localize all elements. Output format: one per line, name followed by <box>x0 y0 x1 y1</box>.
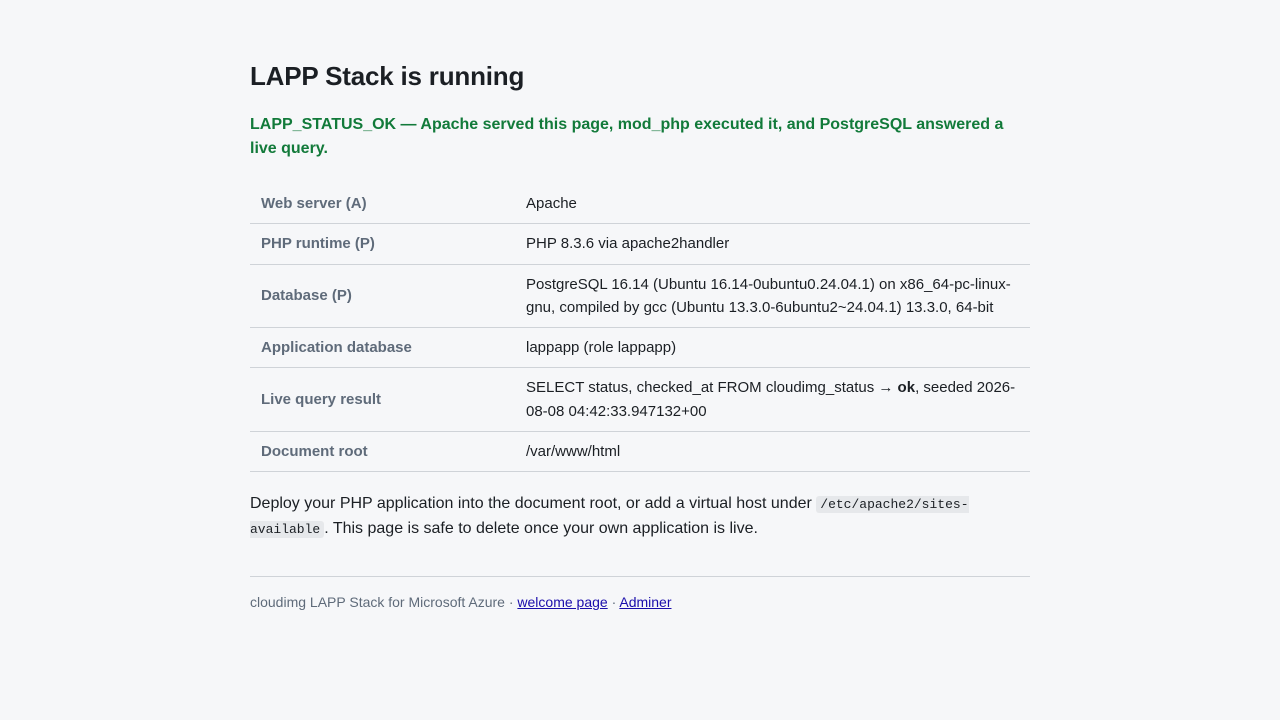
welcome-page-link[interactable]: welcome page <box>517 594 607 610</box>
row-value: SELECT status, checked_at FROM cloudimg_… <box>515 367 1030 433</box>
table-row: PHP runtime (P) PHP 8.3.6 via apache2han… <box>250 223 1030 265</box>
adminer-link[interactable]: Adminer <box>619 594 671 610</box>
deploy-note: Deploy your PHP application into the doc… <box>250 492 1030 542</box>
row-value: lappapp (role lappapp) <box>515 327 1030 369</box>
info-table: Web server (A) Apache PHP runtime (P) PH… <box>250 184 1030 473</box>
note-text-before: Deploy your PHP application into the doc… <box>250 495 817 513</box>
page-container: LAPP Stack is running LAPP_STATUS_OK — A… <box>250 0 1030 612</box>
row-value: /var/www/html <box>515 431 1030 473</box>
query-status: ok <box>897 379 916 397</box>
query-text: SELECT status, checked_at FROM cloudimg_… <box>526 379 898 397</box>
row-label: Database (P) <box>250 264 515 329</box>
footer: cloudimg LAPP Stack for Microsoft Azure … <box>250 592 1030 612</box>
table-row: Live query result SELECT status, checked… <box>250 367 1030 433</box>
row-value: PostgreSQL 16.14 (Ubuntu 16.14-0ubuntu0.… <box>515 264 1030 329</box>
row-value: PHP 8.3.6 via apache2handler <box>515 223 1030 265</box>
row-label: Application database <box>250 327 515 369</box>
table-row: Web server (A) Apache <box>250 184 1030 225</box>
footer-text: cloudimg LAPP Stack for Microsoft Azure … <box>250 594 518 611</box>
table-row: Document root /var/www/html <box>250 431 1030 473</box>
row-label: Document root <box>250 431 515 473</box>
table-row: Database (P) PostgreSQL 16.14 (Ubuntu 16… <box>250 264 1030 329</box>
row-label: Web server (A) <box>250 184 515 225</box>
row-label: Live query result <box>250 367 515 433</box>
row-value: Apache <box>515 184 1030 225</box>
footer-separator: · <box>607 594 620 611</box>
note-text-after: . This page is safe to delete once your … <box>324 520 758 538</box>
table-row: Application database lappapp (role lappa… <box>250 327 1030 369</box>
footer-divider <box>250 576 1030 578</box>
status-message: LAPP_STATUS_OK — Apache served this page… <box>250 116 1004 157</box>
row-label: PHP runtime (P) <box>250 223 515 265</box>
page-title: LAPP Stack is running <box>250 61 525 91</box>
